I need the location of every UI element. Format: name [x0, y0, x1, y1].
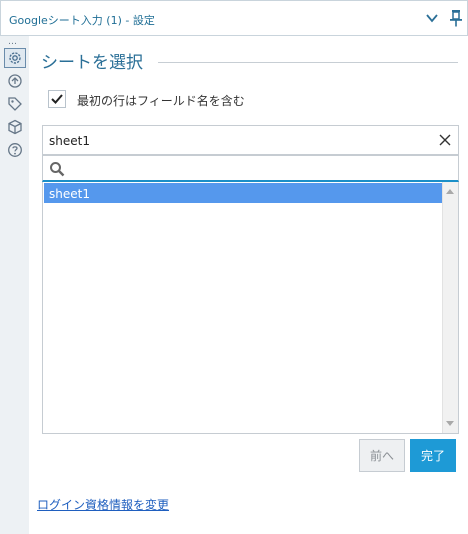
sheet-select-value: sheet1: [49, 134, 90, 148]
rail-item-configuration[interactable]: [4, 48, 26, 68]
search-icon: [50, 162, 65, 177]
scroll-up-arrow-icon[interactable]: [446, 189, 454, 194]
overflow-dots[interactable]: …: [8, 37, 17, 47]
list-item[interactable]: sheet1: [44, 183, 442, 203]
chevron-down-icon[interactable]: [425, 11, 439, 25]
cube-icon[interactable]: [7, 119, 23, 135]
sheet-search-input[interactable]: [42, 155, 459, 182]
refresh-icon[interactable]: [7, 73, 23, 89]
title-bar: Googleシート入力 (1) - 設定: [0, 0, 468, 36]
window-title: Googleシート入力 (1) - 設定: [9, 14, 155, 27]
list-item-label: sheet1: [49, 187, 90, 201]
scroll-down-arrow-icon[interactable]: [446, 421, 454, 426]
heading-divider: [158, 62, 458, 63]
section-heading: シートを選択: [41, 53, 143, 73]
help-icon[interactable]: [7, 142, 23, 158]
pin-icon[interactable]: [448, 9, 464, 27]
header-row-checkbox[interactable]: [48, 90, 66, 108]
close-icon[interactable]: [438, 133, 452, 147]
settings-panel: Googleシート入力 (1) - 設定 … シートを選択 最初の行はフィールド…: [0, 0, 468, 534]
header-row-checkbox-label: 最初の行はフィールド名を含む: [77, 94, 245, 108]
sheet-list: sheet1: [42, 182, 459, 434]
checkmark-icon: [51, 94, 63, 104]
gear-icon: [9, 52, 21, 64]
change-credentials-link[interactable]: ログイン資格情報を変更: [37, 496, 169, 513]
sheet-select[interactable]: sheet1: [42, 125, 459, 155]
scrollbar[interactable]: [442, 182, 458, 433]
previous-button[interactable]: 前へ: [359, 439, 405, 472]
done-button[interactable]: 完了: [410, 439, 456, 472]
side-rail: …: [0, 36, 29, 534]
tag-icon[interactable]: [7, 96, 23, 112]
